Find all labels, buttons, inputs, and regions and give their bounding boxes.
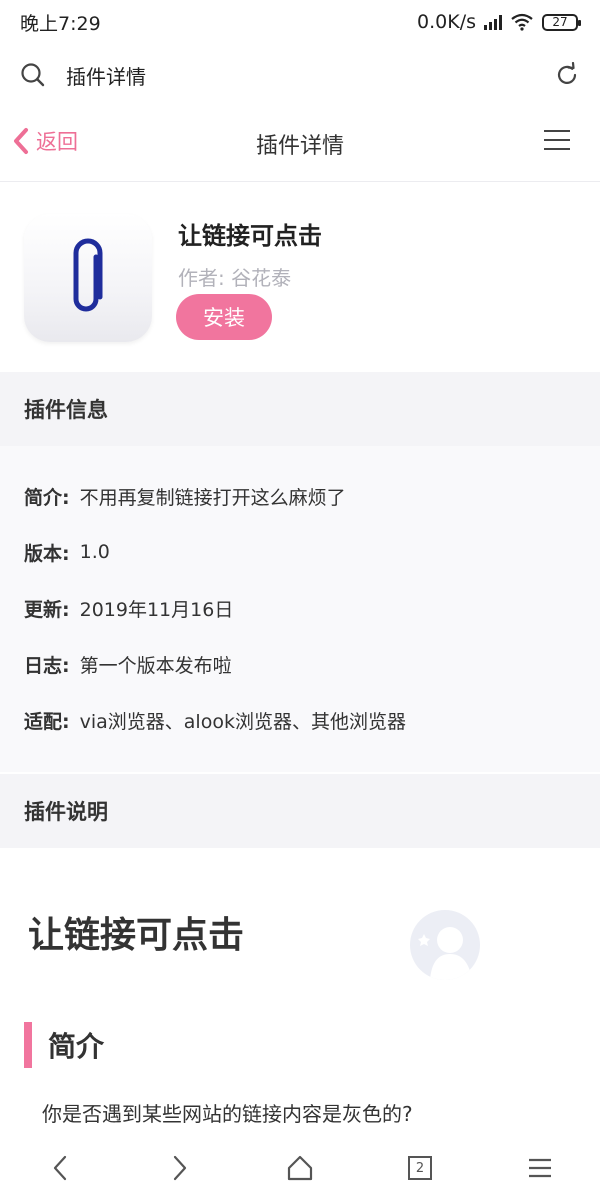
info-value: 不用再复制链接打开这么麻烦了 bbox=[79, 486, 346, 509]
info-value: via浏览器、alook浏览器、其他浏览器 bbox=[79, 710, 406, 733]
network-speed: 0.0K/s bbox=[417, 11, 476, 33]
wifi-icon bbox=[511, 13, 533, 31]
paperclip-icon bbox=[24, 214, 152, 342]
back-label: 返回 bbox=[36, 130, 78, 154]
plugin-author: 作者: 谷花泰 bbox=[178, 266, 292, 290]
info-list: 简介: 不用再复制链接打开这么麻烦了 版本: 1.0 更新: 2019年11月1… bbox=[0, 446, 600, 772]
description-card: 让链接可点击 简介 你是否遇到某些网站的链接内容是灰色的? bbox=[0, 848, 600, 1138]
subheading-text: 简介 bbox=[48, 1030, 105, 1063]
nav-menu-button[interactable] bbox=[510, 1138, 570, 1198]
signal-icon bbox=[484, 14, 502, 30]
status-bar: 晚上7:29 0.0K/s 27 bbox=[0, 0, 600, 44]
nav-home-button[interactable] bbox=[270, 1138, 330, 1198]
home-icon bbox=[287, 1155, 313, 1181]
desc-section-header: 插件说明 bbox=[0, 774, 600, 848]
nav-back-button[interactable] bbox=[30, 1138, 90, 1198]
info-label: 简介: bbox=[24, 486, 70, 509]
nav-tabs-button[interactable]: 2 bbox=[390, 1138, 450, 1198]
install-button[interactable]: 安装 bbox=[176, 294, 272, 340]
back-button[interactable]: 返回 bbox=[12, 126, 78, 156]
info-section-header: 插件信息 bbox=[0, 372, 600, 446]
nav-forward-button[interactable] bbox=[150, 1138, 210, 1198]
description-heading: 让链接可点击 bbox=[28, 915, 245, 956]
info-row-intro: 简介: 不用再复制链接打开这么麻烦了 bbox=[24, 468, 576, 524]
refresh-icon[interactable] bbox=[554, 62, 580, 88]
info-value: 1.0 bbox=[79, 541, 110, 563]
battery-indicator: 27 bbox=[542, 13, 581, 31]
chevron-left-icon bbox=[53, 1155, 67, 1181]
info-row-compatibility: 适配: via浏览器、alook浏览器、其他浏览器 bbox=[24, 692, 576, 748]
info-label: 更新: bbox=[24, 598, 70, 621]
menu-icon bbox=[529, 1158, 551, 1178]
description-text: 你是否遇到某些网站的链接内容是灰色的? bbox=[42, 1102, 413, 1126]
plugin-name: 让链接可点击 bbox=[178, 222, 322, 250]
info-label: 适配: bbox=[24, 710, 70, 733]
avatar bbox=[410, 910, 480, 980]
tab-count: 2 bbox=[408, 1156, 432, 1180]
chevron-right-icon bbox=[173, 1155, 187, 1181]
status-time: 晚上7:29 bbox=[20, 12, 101, 35]
info-label: 日志: bbox=[24, 654, 70, 677]
info-row-changelog: 日志: 第一个版本发布啦 bbox=[24, 636, 576, 692]
search-icon[interactable] bbox=[20, 62, 46, 88]
plugin-summary: 让链接可点击 作者: 谷花泰 安装 bbox=[0, 182, 600, 372]
accent-bar bbox=[24, 1022, 32, 1068]
page-title: 插件详情 bbox=[255, 133, 344, 159]
hamburger-menu-icon[interactable] bbox=[544, 130, 570, 150]
chevron-left-icon bbox=[14, 128, 28, 154]
bottom-nav: 2 bbox=[0, 1136, 600, 1200]
status-icons: 0.0K/s 27 bbox=[417, 11, 581, 33]
info-row-version: 版本: 1.0 bbox=[24, 524, 576, 580]
info-row-update: 更新: 2019年11月16日 bbox=[24, 580, 576, 636]
info-value: 第一个版本发布啦 bbox=[79, 654, 232, 677]
description-subheading: 简介 bbox=[24, 1022, 104, 1068]
search-input[interactable]: 插件详情 bbox=[66, 61, 554, 90]
info-value: 2019年11月16日 bbox=[79, 598, 234, 621]
search-bar[interactable]: 插件详情 bbox=[0, 44, 600, 106]
info-label: 版本: bbox=[24, 542, 70, 565]
page-header: 返回 插件详情 bbox=[0, 106, 600, 182]
